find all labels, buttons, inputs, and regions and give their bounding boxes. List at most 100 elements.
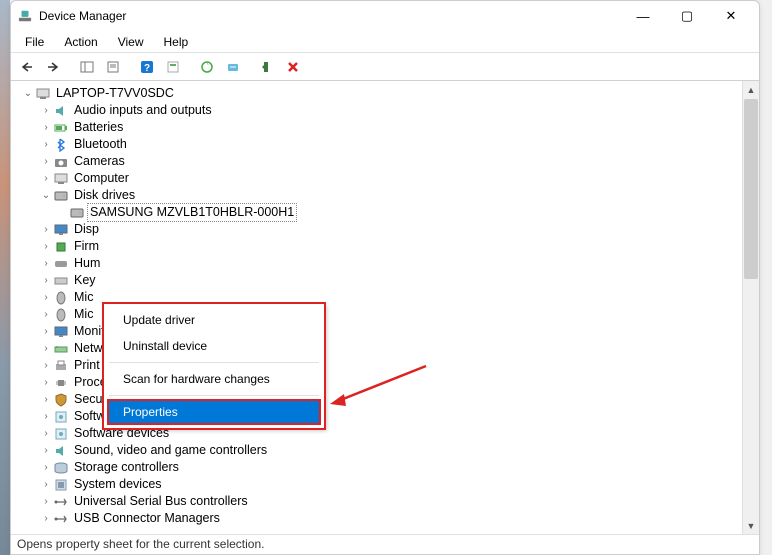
- device-icon: [53, 358, 69, 374]
- device-icon: [53, 256, 69, 272]
- tree-category[interactable]: ›Audio inputs and outputs: [13, 102, 740, 119]
- chevron-icon[interactable]: ›: [39, 119, 53, 136]
- device-icon: [53, 460, 69, 476]
- chevron-icon[interactable]: ›: [39, 102, 53, 119]
- uninstall-icon[interactable]: [281, 56, 305, 78]
- chevron-icon[interactable]: ›: [39, 136, 53, 153]
- device-icon: [53, 426, 69, 442]
- scroll-down-icon[interactable]: ▼: [743, 517, 759, 534]
- vertical-scrollbar[interactable]: ▲ ▼: [742, 81, 759, 534]
- chevron-icon[interactable]: ›: [39, 323, 53, 340]
- tree-category[interactable]: ›Bluetooth: [13, 136, 740, 153]
- minimize-button[interactable]: —: [621, 1, 665, 31]
- close-button[interactable]: ✕: [709, 1, 753, 31]
- device-icon: [53, 477, 69, 493]
- device-icon: [53, 409, 69, 425]
- device-manager-window: Device Manager — ▢ ✕ File Action View He…: [10, 0, 760, 555]
- context-update-driver[interactable]: Update driver: [107, 307, 321, 333]
- device-icon: [53, 443, 69, 459]
- properties-icon[interactable]: [101, 56, 125, 78]
- tree-category[interactable]: ⌄Disk drives: [13, 187, 740, 204]
- action-icon[interactable]: [161, 56, 185, 78]
- chevron-icon[interactable]: ›: [39, 408, 53, 425]
- device-icon: [53, 290, 69, 306]
- help-icon[interactable]: ?: [135, 56, 159, 78]
- tree-device-selected[interactable]: SAMSUNG MZVLB1T0HBLR-000H1: [13, 204, 740, 221]
- context-uninstall-device[interactable]: Uninstall device: [107, 333, 321, 359]
- tree-category[interactable]: ›Sound, video and game controllers: [13, 442, 740, 459]
- chevron-icon[interactable]: ›: [39, 340, 53, 357]
- chevron-icon[interactable]: ›: [39, 170, 53, 187]
- content-area: ⌄ LAPTOP-T7VV0SDC ›Audio inputs and outp…: [11, 81, 759, 534]
- tree-category[interactable]: ›Storage controllers: [13, 459, 740, 476]
- device-icon: [53, 103, 69, 119]
- update-icon[interactable]: [195, 56, 219, 78]
- chevron-icon[interactable]: ›: [39, 374, 53, 391]
- device-icon: [53, 120, 69, 136]
- context-separator: [109, 395, 319, 396]
- svg-text:?: ?: [144, 63, 150, 74]
- chevron-icon[interactable]: ›: [39, 289, 53, 306]
- app-icon: [17, 8, 33, 24]
- device-icon: [53, 188, 69, 204]
- computer-icon: [35, 86, 51, 102]
- tree-category[interactable]: ›Batteries: [13, 119, 740, 136]
- menu-view[interactable]: View: [108, 33, 154, 51]
- device-icon: [53, 154, 69, 170]
- forward-button[interactable]: [41, 56, 65, 78]
- chevron-icon[interactable]: ›: [39, 425, 53, 442]
- chevron-icon[interactable]: ›: [39, 357, 53, 374]
- chevron-down-icon[interactable]: ⌄: [21, 85, 35, 102]
- chevron-icon[interactable]: ›: [39, 238, 53, 255]
- device-icon: [53, 222, 69, 238]
- device-icon: [53, 171, 69, 187]
- menu-help[interactable]: Help: [154, 33, 199, 51]
- chevron-icon[interactable]: ⌄: [39, 187, 53, 204]
- device-icon: [53, 307, 69, 323]
- tree-root[interactable]: ⌄ LAPTOP-T7VV0SDC: [13, 85, 740, 102]
- chevron-icon[interactable]: ›: [39, 306, 53, 323]
- chevron-icon[interactable]: ›: [39, 476, 53, 493]
- disk-icon: [69, 205, 85, 221]
- tree-category[interactable]: ›USB Connector Managers: [13, 510, 740, 527]
- chevron-icon[interactable]: ›: [39, 442, 53, 459]
- chevron-icon[interactable]: ›: [39, 221, 53, 238]
- device-icon: [53, 375, 69, 391]
- scrollbar-thumb[interactable]: [744, 99, 758, 279]
- scroll-up-icon[interactable]: ▲: [743, 81, 759, 98]
- desktop-strip: [0, 0, 10, 555]
- scan-icon[interactable]: [221, 56, 245, 78]
- device-icon: [53, 341, 69, 357]
- tree-category[interactable]: ›Cameras: [13, 153, 740, 170]
- back-button[interactable]: [15, 56, 39, 78]
- device-icon: [53, 137, 69, 153]
- chevron-icon[interactable]: ›: [39, 391, 53, 408]
- tree-category[interactable]: ›Hum: [13, 255, 740, 272]
- maximize-button[interactable]: ▢: [665, 1, 709, 31]
- chevron-icon[interactable]: ›: [39, 153, 53, 170]
- tree-category[interactable]: ›Universal Serial Bus controllers: [13, 493, 740, 510]
- context-properties[interactable]: Properties: [107, 399, 321, 425]
- menu-action[interactable]: Action: [54, 33, 107, 51]
- device-icon: [53, 494, 69, 510]
- titlebar: Device Manager — ▢ ✕: [11, 1, 759, 31]
- status-bar: Opens property sheet for the current sel…: [11, 534, 759, 554]
- context-scan-hardware[interactable]: Scan for hardware changes: [107, 366, 321, 392]
- chevron-icon[interactable]: ›: [39, 272, 53, 289]
- tree-category[interactable]: ›Disp: [13, 221, 740, 238]
- toolbar: ?: [11, 53, 759, 81]
- tree-category[interactable]: ›Computer: [13, 170, 740, 187]
- device-icon: [53, 392, 69, 408]
- tree-category[interactable]: ›System devices: [13, 476, 740, 493]
- chevron-icon[interactable]: ›: [39, 493, 53, 510]
- device-icon: [53, 239, 69, 255]
- tree-category[interactable]: ›Firm: [13, 238, 740, 255]
- context-menu: Update driver Uninstall device Scan for …: [103, 303, 325, 429]
- chevron-icon[interactable]: ›: [39, 510, 53, 527]
- enable-icon[interactable]: [255, 56, 279, 78]
- chevron-icon[interactable]: ›: [39, 255, 53, 272]
- show-hide-console-tree-icon[interactable]: [75, 56, 99, 78]
- menu-file[interactable]: File: [15, 33, 54, 51]
- chevron-icon[interactable]: ›: [39, 459, 53, 476]
- tree-category[interactable]: ›Key: [13, 272, 740, 289]
